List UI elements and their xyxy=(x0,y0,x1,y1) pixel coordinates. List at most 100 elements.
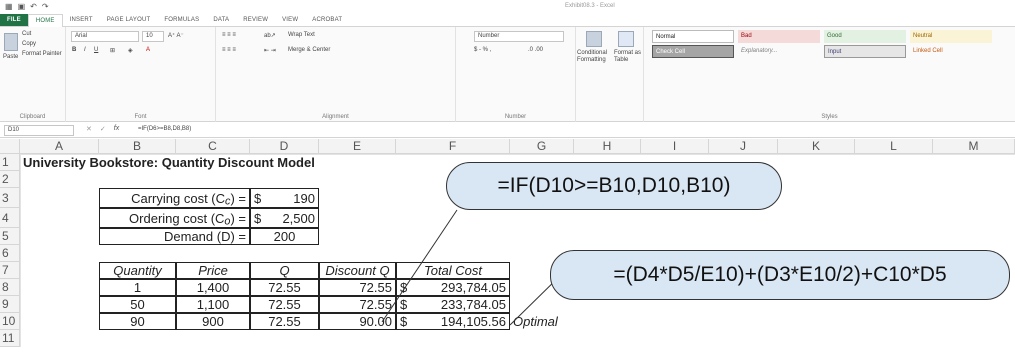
row-header[interactable]: 10 xyxy=(0,313,20,330)
table-cell-price[interactable]: 1,400 xyxy=(176,279,250,296)
tab-data[interactable]: DATA xyxy=(206,14,236,26)
table-cell-total-cost[interactable]: $233,784.05 xyxy=(396,296,510,313)
optimal-label[interactable]: Optimal xyxy=(510,313,574,330)
paste-label[interactable]: Paste xyxy=(3,54,18,60)
tab-view[interactable]: VIEW xyxy=(275,14,305,26)
conditional-formatting-button[interactable]: Conditional Formatting xyxy=(577,50,613,64)
tab-page-layout[interactable]: PAGE LAYOUT xyxy=(100,14,158,26)
row-header[interactable]: 1 xyxy=(0,154,20,171)
merge-center-button[interactable]: Merge & Center xyxy=(288,47,330,53)
enter-icon[interactable]: ✓ xyxy=(100,125,106,133)
style-linked-cell[interactable]: Linked Cell xyxy=(910,45,992,58)
cut-button[interactable]: Cut xyxy=(22,31,31,37)
demand-label[interactable]: Demand (D) = xyxy=(99,228,250,245)
column-header[interactable]: L xyxy=(855,139,933,154)
style-normal[interactable]: Normal xyxy=(652,30,734,43)
header-price[interactable]: Price xyxy=(176,262,250,279)
tab-formulas[interactable]: FORMULAS xyxy=(157,14,206,26)
font-color-icon[interactable]: A xyxy=(146,47,150,53)
style-explanatory[interactable]: Explanatory... xyxy=(738,45,820,58)
wrap-text-button[interactable]: Wrap Text xyxy=(288,32,315,38)
copy-button[interactable]: Copy xyxy=(22,41,36,47)
column-header[interactable]: H xyxy=(574,139,641,154)
carrying-cost-label[interactable]: Carrying cost (C c) = xyxy=(99,188,250,208)
column-header[interactable]: M xyxy=(933,139,1015,154)
orientation-icon[interactable]: ab↗ xyxy=(264,32,276,39)
align-top-icon[interactable]: ≡ ≡ ≡ xyxy=(222,32,236,38)
column-header[interactable]: G xyxy=(510,139,574,154)
table-cell-total-cost[interactable]: $194,105.56 xyxy=(396,313,510,330)
table-cell-discount-q[interactable]: 90.00 xyxy=(319,313,396,330)
column-header[interactable]: K xyxy=(778,139,855,154)
row-header[interactable]: 4 xyxy=(0,208,20,228)
header-discount-q[interactable]: Discount Q xyxy=(319,262,396,279)
row-header[interactable]: 11 xyxy=(0,330,20,347)
ordering-cost-label[interactable]: Ordering cost (C o) = xyxy=(99,208,250,228)
underline-button[interactable]: U xyxy=(94,47,98,53)
row-header[interactable]: 6 xyxy=(0,245,20,262)
header-quantity[interactable]: Quantity xyxy=(99,262,176,279)
cancel-icon[interactable]: ✕ xyxy=(86,125,92,133)
style-input[interactable]: Input xyxy=(824,45,906,58)
font-name-select[interactable]: Arial xyxy=(71,31,139,42)
table-cell-price[interactable]: 900 xyxy=(176,313,250,330)
column-header[interactable]: E xyxy=(319,139,396,154)
conditional-formatting-icon[interactable] xyxy=(586,31,602,47)
decimal-icon[interactable]: .0 .00 xyxy=(528,47,543,53)
name-box[interactable]: D10 xyxy=(4,125,74,136)
format-as-table-button[interactable]: Format as Table xyxy=(614,50,644,64)
header-q[interactable]: Q xyxy=(250,262,319,279)
tab-review[interactable]: REVIEW xyxy=(236,14,275,26)
style-check-cell[interactable]: Check Cell xyxy=(652,45,734,58)
undo-icon[interactable]: ↶ xyxy=(30,2,37,11)
table-cell-quantity[interactable]: 1 xyxy=(99,279,176,296)
column-header[interactable]: I xyxy=(641,139,709,154)
column-header[interactable]: A xyxy=(20,139,99,154)
table-cell-price[interactable]: 1,100 xyxy=(176,296,250,313)
font-size-select[interactable]: 10 xyxy=(142,31,164,42)
align-left-icon[interactable]: ≡ ≡ ≡ xyxy=(222,47,236,53)
table-cell-q[interactable]: 72.55 xyxy=(250,279,319,296)
save-icon[interactable]: ▣ xyxy=(18,2,26,11)
style-bad[interactable]: Bad xyxy=(738,30,820,43)
column-header[interactable]: C xyxy=(176,139,250,154)
table-cell-q[interactable]: 72.55 xyxy=(250,296,319,313)
column-header[interactable]: D xyxy=(250,139,319,154)
table-cell-discount-q[interactable]: 72.55 xyxy=(319,296,396,313)
indent-icon[interactable]: ⇤ ⇥ xyxy=(264,47,276,54)
row-header[interactable]: 2 xyxy=(0,171,20,188)
bold-button[interactable]: B xyxy=(72,47,76,53)
carrying-cost-value[interactable]: $190 xyxy=(250,188,319,208)
tab-home[interactable]: HOME xyxy=(27,14,63,28)
italic-button[interactable]: I xyxy=(84,47,86,53)
select-all-corner[interactable] xyxy=(0,139,20,154)
format-as-table-icon[interactable] xyxy=(618,31,634,47)
column-header[interactable]: B xyxy=(99,139,176,154)
row-header[interactable]: 9 xyxy=(0,296,20,313)
row-header[interactable]: 8 xyxy=(0,279,20,296)
header-total-cost[interactable]: Total Cost xyxy=(396,262,510,279)
ordering-cost-value[interactable]: $2,500 xyxy=(250,208,319,228)
style-neutral[interactable]: Neutral xyxy=(910,30,992,43)
fill-color-icon[interactable]: ◈ xyxy=(128,47,133,54)
table-cell-q[interactable]: 72.55 xyxy=(250,313,319,330)
fx-icon[interactable]: fx xyxy=(114,125,119,133)
tab-acrobat[interactable]: ACROBAT xyxy=(305,14,349,26)
redo-icon[interactable]: ↷ xyxy=(42,2,49,11)
tab-insert[interactable]: INSERT xyxy=(63,14,100,26)
row-header[interactable]: 7 xyxy=(0,262,20,279)
table-cell-total-cost[interactable]: $293,784.05 xyxy=(396,279,510,296)
tab-file[interactable]: FILE xyxy=(0,14,28,26)
number-format-select[interactable]: Number xyxy=(474,31,564,42)
grow-font-icon[interactable]: A⁺ A⁻ xyxy=(168,32,184,39)
sheet-title[interactable]: University Bookstore: Quantity Discount … xyxy=(20,154,318,171)
row-header[interactable]: 5 xyxy=(0,228,20,245)
style-good[interactable]: Good xyxy=(824,30,906,43)
row-header[interactable]: 3 xyxy=(0,188,20,208)
borders-icon[interactable]: ⊞ xyxy=(110,47,115,54)
formula-input[interactable]: =IF(D6>=B8,D8,B8) xyxy=(134,125,1009,136)
paste-icon[interactable] xyxy=(4,33,18,51)
currency-button[interactable]: $ - % , xyxy=(474,47,491,53)
demand-value[interactable]: 200 xyxy=(250,228,319,245)
format-painter-button[interactable]: Format Painter xyxy=(22,51,62,57)
